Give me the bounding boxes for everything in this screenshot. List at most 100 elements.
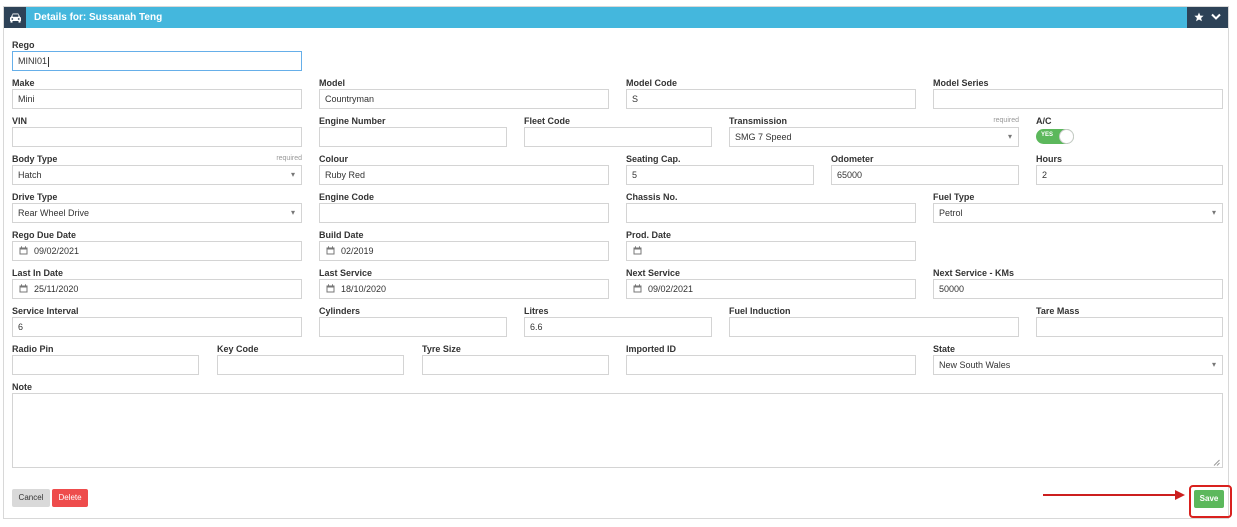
delete-button[interactable]: Delete: [52, 489, 88, 507]
rego-due-date-input[interactable]: 09/02/2021: [12, 241, 302, 261]
ac-toggle[interactable]: YES: [1036, 129, 1074, 144]
drive-type-select[interactable]: Rear Wheel Drive: [12, 203, 302, 223]
rego-due-date-field: Rego Due Date 09/02/2021: [12, 230, 302, 263]
transmission-select[interactable]: SMG 7 Speed: [729, 127, 1019, 147]
transmission-label: Transmission: [729, 116, 788, 126]
prod-date-input[interactable]: [626, 241, 916, 261]
note-textarea[interactable]: [12, 393, 1223, 468]
build-date-input[interactable]: 02/2019: [319, 241, 609, 261]
engine-code-label: Engine Code: [319, 192, 375, 202]
rego-due-date-label: Rego Due Date: [12, 230, 77, 240]
tare-mass-label: Tare Mass: [1036, 306, 1080, 316]
engine-number-input[interactable]: [319, 127, 507, 147]
calendar-icon[interactable]: [633, 281, 642, 298]
cylinders-label: Cylinders: [319, 306, 361, 316]
service-interval-input[interactable]: 6: [12, 317, 302, 337]
model-field: Model Countryman: [319, 78, 609, 111]
imported-id-label: Imported ID: [626, 344, 677, 354]
model-code-field: Model Code S: [626, 78, 916, 111]
title-prefix: Details for:: [34, 12, 87, 23]
model-input[interactable]: Countryman: [319, 89, 609, 109]
engine-code-input[interactable]: [319, 203, 609, 223]
cylinders-field: Cylinders: [319, 306, 507, 339]
header-controls: [1187, 7, 1228, 28]
odometer-label: Odometer: [831, 154, 874, 164]
hours-field: Hours 2: [1036, 154, 1223, 187]
ac-toggle-label: YES: [1041, 132, 1054, 138]
star-icon[interactable]: [1194, 12, 1204, 24]
model-series-input[interactable]: [933, 89, 1223, 109]
tyre-size-input[interactable]: [422, 355, 609, 375]
vin-field: VIN: [12, 116, 302, 149]
colour-label: Colour: [319, 154, 348, 164]
drive-type-field: Drive Type Rear Wheel Drive: [12, 192, 302, 225]
fuel-type-select[interactable]: Petrol: [933, 203, 1223, 223]
fuel-induction-input[interactable]: [729, 317, 1019, 337]
tare-mass-input[interactable]: [1036, 317, 1223, 337]
imported-id-input[interactable]: [626, 355, 916, 375]
hours-label: Hours: [1036, 154, 1063, 164]
chevron-down-icon[interactable]: [1211, 13, 1221, 23]
panel-header: Details for: Sussanah Teng: [4, 7, 1228, 28]
fuel-induction-label: Fuel Induction: [729, 306, 791, 316]
vin-input[interactable]: [12, 127, 302, 147]
engine-number-label: Engine Number: [319, 116, 386, 126]
radio-pin-field: Radio Pin: [12, 344, 199, 377]
litres-field: Litres 6.6: [524, 306, 712, 339]
state-select[interactable]: New South Wales: [933, 355, 1223, 375]
calendar-icon[interactable]: [19, 281, 28, 298]
last-service-input[interactable]: 18/10/2020: [319, 279, 609, 299]
page-title: Details for: Sussanah Teng: [34, 7, 162, 28]
make-input[interactable]: Mini: [12, 89, 302, 109]
state-label: State: [933, 344, 956, 354]
rego-input[interactable]: MINI01: [12, 51, 302, 71]
calendar-icon[interactable]: [326, 281, 335, 298]
litres-label: Litres: [524, 306, 549, 316]
cancel-button[interactable]: Cancel: [12, 489, 50, 507]
fuel-type-label: Fuel Type: [933, 192, 975, 202]
rego-label: Rego: [12, 40, 35, 50]
make-label: Make: [12, 78, 35, 88]
colour-field: Colour Ruby Red: [319, 154, 609, 187]
colour-input[interactable]: Ruby Red: [319, 165, 609, 185]
next-service-kms-input[interactable]: 50000: [933, 279, 1223, 299]
hours-input[interactable]: 2: [1036, 165, 1223, 185]
key-code-field: Key Code: [217, 344, 404, 377]
model-series-field: Model Series: [933, 78, 1223, 111]
annotation-arrow-head: [1175, 490, 1185, 500]
next-service-input[interactable]: 09/02/2021: [626, 279, 916, 299]
radio-pin-input[interactable]: [12, 355, 199, 375]
model-code-input[interactable]: S: [626, 89, 916, 109]
text-cursor: [48, 56, 50, 67]
service-interval-field: Service Interval 6: [12, 306, 302, 339]
annotation-highlight-box: [1189, 485, 1232, 518]
chassis-no-field: Chassis No.: [626, 192, 916, 225]
radio-pin-label: Radio Pin: [12, 344, 54, 354]
resize-grip-icon[interactable]: [1213, 458, 1220, 466]
calendar-icon[interactable]: [326, 243, 335, 260]
annotation-arrow-line: [1043, 494, 1178, 496]
odometer-input[interactable]: 65000: [831, 165, 1019, 185]
seating-cap-input[interactable]: 5: [626, 165, 814, 185]
note-label: Note: [12, 382, 32, 392]
calendar-icon[interactable]: [19, 243, 28, 260]
cylinders-input[interactable]: [319, 317, 507, 337]
calendar-icon[interactable]: [633, 243, 642, 260]
last-in-date-field: Last In Date 25/11/2020: [12, 268, 302, 301]
imported-id-field: Imported ID: [626, 344, 916, 377]
model-code-label: Model Code: [626, 78, 677, 88]
fleet-code-input[interactable]: [524, 127, 712, 147]
key-code-input[interactable]: [217, 355, 404, 375]
tyre-size-field: Tyre Size: [422, 344, 609, 377]
customer-name: Sussanah Teng: [89, 12, 163, 23]
body-type-select[interactable]: Hatch: [12, 165, 302, 185]
tyre-size-label: Tyre Size: [422, 344, 461, 354]
build-date-label: Build Date: [319, 230, 364, 240]
fleet-code-label: Fleet Code: [524, 116, 571, 126]
drive-type-label: Drive Type: [12, 192, 58, 202]
last-service-label: Last Service: [319, 268, 373, 278]
litres-input[interactable]: 6.6: [524, 317, 712, 337]
chassis-no-input[interactable]: [626, 203, 916, 223]
car-icon: [4, 7, 26, 28]
last-in-date-input[interactable]: 25/11/2020: [12, 279, 302, 299]
